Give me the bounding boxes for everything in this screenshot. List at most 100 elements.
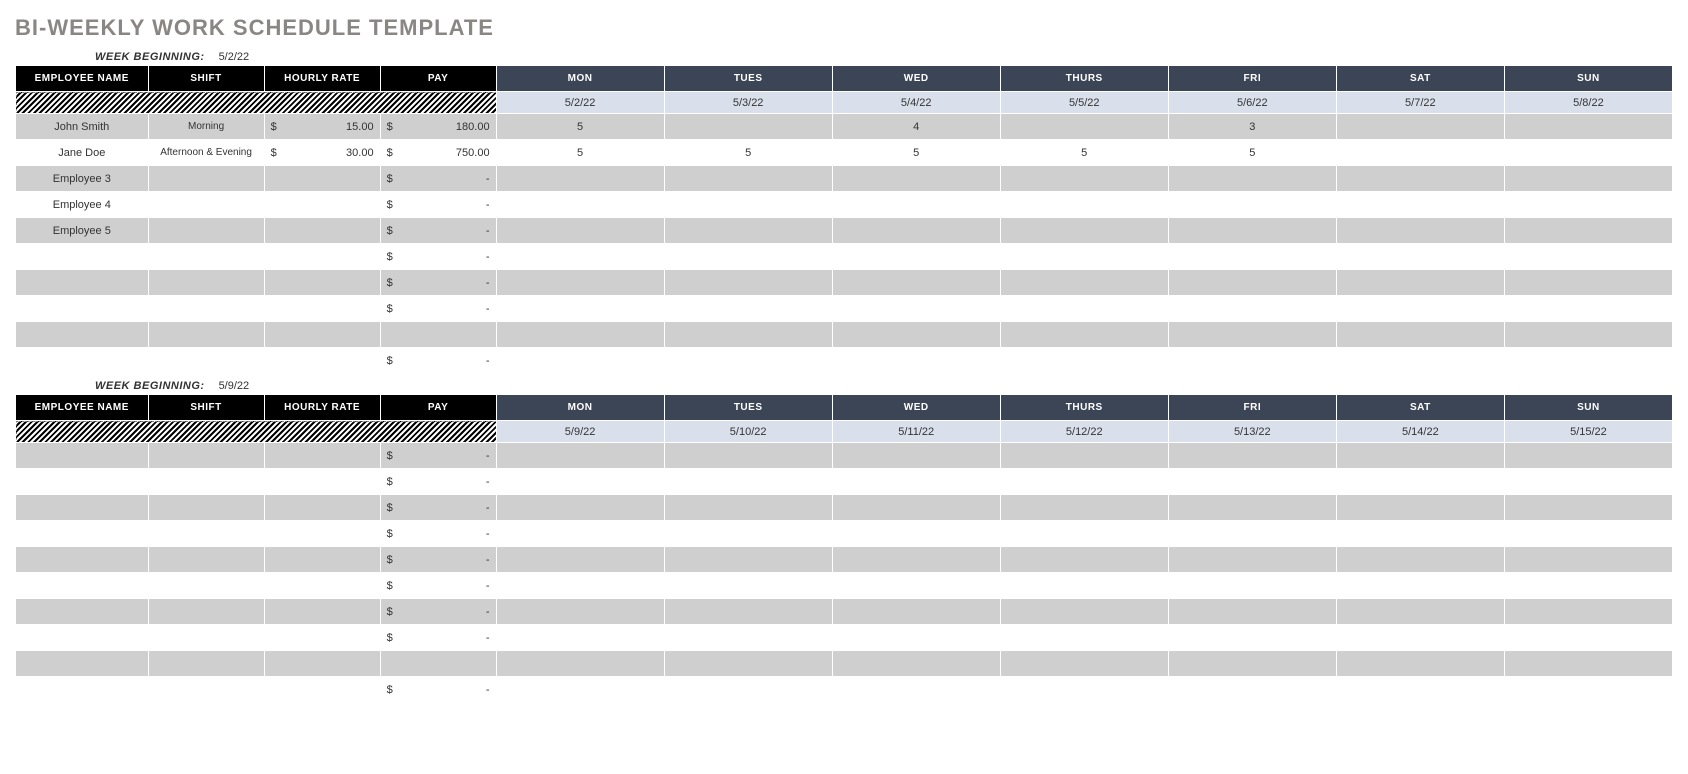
hours-cell[interactable] xyxy=(496,322,664,348)
hours-cell[interactable] xyxy=(664,443,832,469)
hourly-rate-cell[interactable] xyxy=(264,573,380,599)
hourly-rate-cell[interactable] xyxy=(264,521,380,547)
hours-cell[interactable] xyxy=(1000,599,1168,625)
hours-cell[interactable] xyxy=(664,322,832,348)
hours-cell[interactable] xyxy=(664,469,832,495)
hours-cell[interactable] xyxy=(832,192,1000,218)
hours-cell[interactable] xyxy=(496,270,664,296)
hours-cell[interactable] xyxy=(1168,322,1336,348)
date-cell[interactable]: 5/7/22 xyxy=(1336,92,1504,114)
hours-cell[interactable] xyxy=(496,443,664,469)
shift-cell[interactable] xyxy=(148,348,264,374)
hours-cell[interactable] xyxy=(496,218,664,244)
employee-name-cell[interactable]: John Smith xyxy=(16,114,149,140)
hourly-rate-cell[interactable] xyxy=(264,599,380,625)
hours-cell[interactable] xyxy=(1504,348,1672,374)
hours-cell[interactable] xyxy=(1504,677,1672,703)
hours-cell[interactable] xyxy=(1504,547,1672,573)
hours-cell[interactable] xyxy=(1336,348,1504,374)
hours-cell[interactable] xyxy=(664,599,832,625)
hours-cell[interactable] xyxy=(1504,296,1672,322)
hours-cell[interactable] xyxy=(1504,651,1672,677)
hourly-rate-cell[interactable] xyxy=(264,469,380,495)
hours-cell[interactable] xyxy=(1000,192,1168,218)
hourly-rate-cell[interactable] xyxy=(264,270,380,296)
hours-cell[interactable] xyxy=(496,521,664,547)
hours-cell[interactable] xyxy=(664,296,832,322)
shift-cell[interactable] xyxy=(148,296,264,322)
hours-cell[interactable] xyxy=(832,677,1000,703)
hours-cell[interactable] xyxy=(832,270,1000,296)
hours-cell[interactable] xyxy=(1168,469,1336,495)
hours-cell[interactable] xyxy=(1336,547,1504,573)
date-cell[interactable]: 5/9/22 xyxy=(496,421,664,443)
hours-cell[interactable] xyxy=(1504,495,1672,521)
hours-cell[interactable] xyxy=(1000,244,1168,270)
hours-cell[interactable]: 5 xyxy=(664,140,832,166)
hourly-rate-cell[interactable]: $30.00 xyxy=(264,140,380,166)
hours-cell[interactable] xyxy=(664,573,832,599)
hours-cell[interactable] xyxy=(1000,443,1168,469)
hours-cell[interactable] xyxy=(1336,270,1504,296)
hours-cell[interactable] xyxy=(496,651,664,677)
hours-cell[interactable] xyxy=(1168,296,1336,322)
hours-cell[interactable] xyxy=(664,218,832,244)
date-cell[interactable]: 5/11/22 xyxy=(832,421,1000,443)
hours-cell[interactable] xyxy=(1168,573,1336,599)
hours-cell[interactable] xyxy=(832,521,1000,547)
date-cell[interactable]: 5/3/22 xyxy=(664,92,832,114)
hours-cell[interactable] xyxy=(832,547,1000,573)
hours-cell[interactable] xyxy=(496,625,664,651)
hours-cell[interactable] xyxy=(832,599,1000,625)
date-cell[interactable]: 5/2/22 xyxy=(496,92,664,114)
hours-cell[interactable] xyxy=(832,244,1000,270)
hours-cell[interactable] xyxy=(832,296,1000,322)
hours-cell[interactable] xyxy=(1000,573,1168,599)
shift-cell[interactable] xyxy=(148,547,264,573)
hourly-rate-cell[interactable] xyxy=(264,166,380,192)
hours-cell[interactable] xyxy=(664,547,832,573)
employee-name-cell[interactable] xyxy=(16,296,149,322)
hourly-rate-cell[interactable] xyxy=(264,651,380,677)
employee-name-cell[interactable] xyxy=(16,443,149,469)
hourly-rate-cell[interactable] xyxy=(264,244,380,270)
hours-cell[interactable] xyxy=(1336,521,1504,547)
hours-cell[interactable] xyxy=(664,495,832,521)
hours-cell[interactable] xyxy=(832,166,1000,192)
employee-name-cell[interactable] xyxy=(16,521,149,547)
hourly-rate-cell[interactable] xyxy=(264,625,380,651)
shift-cell[interactable] xyxy=(148,521,264,547)
hourly-rate-cell[interactable] xyxy=(264,547,380,573)
hours-cell[interactable] xyxy=(1000,469,1168,495)
shift-cell[interactable] xyxy=(148,599,264,625)
hours-cell[interactable] xyxy=(1000,521,1168,547)
shift-cell[interactable] xyxy=(148,573,264,599)
hours-cell[interactable] xyxy=(1168,218,1336,244)
hours-cell[interactable] xyxy=(1000,114,1168,140)
shift-cell[interactable] xyxy=(148,625,264,651)
hours-cell[interactable] xyxy=(1504,469,1672,495)
week-beginning-date[interactable]: 5/2/22 xyxy=(219,51,250,63)
hourly-rate-cell[interactable] xyxy=(264,443,380,469)
hours-cell[interactable] xyxy=(1168,166,1336,192)
hours-cell[interactable] xyxy=(496,296,664,322)
hours-cell[interactable] xyxy=(496,573,664,599)
hours-cell[interactable] xyxy=(1504,270,1672,296)
hours-cell[interactable] xyxy=(1168,677,1336,703)
employee-name-cell[interactable] xyxy=(16,677,149,703)
date-cell[interactable]: 5/5/22 xyxy=(1000,92,1168,114)
employee-name-cell[interactable] xyxy=(16,244,149,270)
hours-cell[interactable]: 5 xyxy=(1168,140,1336,166)
hours-cell[interactable] xyxy=(1000,166,1168,192)
hours-cell[interactable] xyxy=(496,244,664,270)
hourly-rate-cell[interactable] xyxy=(264,322,380,348)
hours-cell[interactable] xyxy=(1504,140,1672,166)
hours-cell[interactable] xyxy=(496,677,664,703)
hours-cell[interactable] xyxy=(1000,348,1168,374)
employee-name-cell[interactable] xyxy=(16,270,149,296)
hours-cell[interactable] xyxy=(832,218,1000,244)
hours-cell[interactable] xyxy=(1336,651,1504,677)
employee-name-cell[interactable]: Jane Doe xyxy=(16,140,149,166)
hours-cell[interactable] xyxy=(1168,192,1336,218)
hours-cell[interactable] xyxy=(1168,270,1336,296)
